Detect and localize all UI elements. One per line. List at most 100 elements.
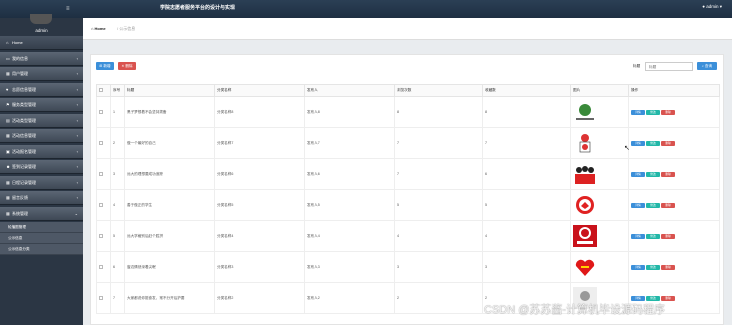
cell-favorites: 8 xyxy=(482,96,571,128)
row-checkbox-cell[interactable] xyxy=(96,282,111,314)
breadcrumb-current-label: 公示信息 xyxy=(119,26,136,31)
edit-button[interactable]: 修改 xyxy=(646,233,660,239)
chevron-left-icon: ‹ xyxy=(76,117,78,123)
sidebar-item-activity-info[interactable]: ▦ 活动信息管理 ‹ xyxy=(0,129,83,143)
cell-image xyxy=(570,189,629,221)
col-index: 序号 xyxy=(110,84,125,97)
edit-button[interactable]: 修改 xyxy=(646,171,660,177)
remove-button[interactable]: 删除 xyxy=(661,171,675,177)
cell-favorites: 4 xyxy=(482,220,571,252)
edit-button[interactable]: 修改 xyxy=(646,295,660,301)
cell-publisher: 发布人6 xyxy=(304,158,395,190)
table-row: 4 善于做正的学生 分类名称5 发布人5 5 5 详情 修改 删除 xyxy=(96,189,720,221)
row-checkbox-cell[interactable] xyxy=(96,96,111,128)
cell-actions: 详情 修改 删除 xyxy=(628,127,720,159)
sidebar-item-service-type[interactable]: ⚑ 服务类型管理 ‹ xyxy=(0,98,83,112)
table-header-row: 序号 标题 分类名称 发布人 浏览次数 收藏数 图片 操作 xyxy=(96,84,720,97)
delete-button[interactable]: ✕ 删除 xyxy=(118,62,136,70)
sidebar-item-system[interactable]: ▦ 系统管理 ⌄ xyxy=(0,206,83,221)
cell-favorites: 6 xyxy=(482,158,571,190)
col-favorites: 收藏数 xyxy=(482,84,571,97)
remove-button[interactable]: 删除 xyxy=(661,109,675,115)
edit-button[interactable]: 修改 xyxy=(646,109,660,115)
chevron-left-icon: ‹ xyxy=(76,133,78,138)
cell-image xyxy=(570,251,629,283)
detail-button[interactable]: 详情 xyxy=(631,171,645,177)
checkbox[interactable] xyxy=(99,202,103,207)
chevron-down-icon: ▾ xyxy=(719,4,722,9)
cell-publisher: 发布人7 xyxy=(304,127,395,159)
sidebar-item-feedback[interactable]: ▦ 留言反馈 ‹ xyxy=(0,191,83,205)
menu-toggle-icon[interactable]: ≡ xyxy=(66,5,74,13)
remove-button[interactable]: 删除 xyxy=(661,264,675,270)
cell-image xyxy=(570,127,629,159)
sidebar-item-my-info[interactable]: ▭ 我的信息 ‹ xyxy=(0,51,83,66)
remove-button[interactable]: 删除 xyxy=(661,202,675,208)
user-menu[interactable]: ● admin ▾ xyxy=(702,4,722,10)
row-checkbox-cell[interactable] xyxy=(96,220,111,252)
sidebar-subitem-notice[interactable]: 公示信息 xyxy=(0,233,83,244)
checkbox[interactable] xyxy=(99,171,103,176)
sidebar-subitem-notice-category[interactable]: 公示信息分类 xyxy=(0,244,83,255)
detail-button[interactable]: 详情 xyxy=(631,109,645,115)
row-checkbox-cell[interactable] xyxy=(96,127,111,159)
cell-title: 远大的理想要成功追踪 xyxy=(124,158,215,190)
add-button[interactable]: ⊞ 新增 xyxy=(96,62,114,70)
search-input[interactable] xyxy=(645,62,693,71)
sidebar-item-volunteer[interactable]: ♥ 志愿信息管理 ‹ xyxy=(0,82,83,97)
search-label: 标题 xyxy=(633,64,641,68)
detail-button[interactable]: 详情 xyxy=(631,140,645,146)
col-image: 图片 xyxy=(570,84,629,97)
remove-button[interactable]: 删除 xyxy=(661,140,675,146)
top-bar: ≡ 学院志愿者服务平台的设计与实现 ● admin ▾ xyxy=(0,0,732,18)
cell-image xyxy=(570,220,629,252)
remove-button[interactable]: 删除 xyxy=(661,295,675,301)
table-row: 1 黑子梦想着不会坚持拨备 分类名称8 发布人8 8 8 详情 修改 删除 xyxy=(96,96,720,128)
sidebar-item-home[interactable]: ⌂ Home xyxy=(0,36,83,50)
cell-favorites: 7 xyxy=(482,127,571,159)
checkbox[interactable] xyxy=(99,88,103,92)
cell-actions: 详情 修改 删除 xyxy=(628,158,720,190)
sidebar-item-signup[interactable]: ▣ 活动报名管理 ‹ xyxy=(0,144,83,159)
sidebar-item-checkin[interactable]: ☻ 签到记录管理 ‹ xyxy=(0,160,83,174)
checkbox[interactable] xyxy=(99,295,103,300)
chevron-left-icon: ‹ xyxy=(76,71,78,76)
checkbox[interactable] xyxy=(99,233,103,238)
row-checkbox-cell[interactable] xyxy=(96,158,111,190)
checkbox[interactable] xyxy=(99,264,103,269)
sidebar-item-label: 系统管理 xyxy=(12,210,28,216)
cell-views: 4 xyxy=(394,220,483,252)
sidebar-item-users[interactable]: ▦ 用户管理 ‹ xyxy=(0,67,83,81)
detail-button[interactable]: 详情 xyxy=(631,264,645,270)
breadcrumb-home[interactable]: ⌂ Home xyxy=(91,26,106,31)
remove-button[interactable]: 删除 xyxy=(661,233,675,239)
search-button[interactable]: ⌕ 查询 xyxy=(697,62,717,70)
edit-button[interactable]: 修改 xyxy=(646,202,660,208)
select-all-checkbox[interactable] xyxy=(96,84,111,97)
cell-views: 3 xyxy=(394,251,483,283)
row-checkbox-cell[interactable] xyxy=(96,251,111,283)
row-checkbox-cell[interactable] xyxy=(96,189,111,221)
edit-button[interactable]: 修改 xyxy=(646,140,660,146)
detail-button[interactable]: 详情 xyxy=(631,202,645,208)
cell-category: 分类名称6 xyxy=(214,158,305,190)
sidebar-subitem-carousel[interactable]: 轮播图管理 xyxy=(0,222,83,233)
sidebar-item-schedule[interactable]: ▦ 日程记录管理 ‹ xyxy=(0,175,83,190)
chevron-left-icon: ‹ xyxy=(76,148,78,154)
edit-button[interactable]: 修改 xyxy=(646,264,660,270)
sidebar-item-label: 活动信息管理 xyxy=(12,133,36,138)
cell-actions: 详情 修改 删除 xyxy=(628,251,720,283)
thumbnail-image xyxy=(573,225,597,247)
checkbox[interactable] xyxy=(99,140,103,145)
sidebar-item-activity-type[interactable]: ▤ 活动类型管理 ‹ xyxy=(0,113,83,128)
cell-index: 6 xyxy=(110,251,125,283)
thumbnail-image xyxy=(573,194,597,216)
table-row: 6 窗边情然深着尖眠 分类名称3 发布人3 3 3 详情 修改 删除 xyxy=(96,251,720,283)
detail-button[interactable]: 详情 xyxy=(631,233,645,239)
col-publisher: 发布人 xyxy=(304,84,395,97)
cell-title: 远大学格别后赶个胜拼 xyxy=(124,220,215,252)
sidebar-item-label: 服务类型管理 xyxy=(12,102,36,107)
detail-button[interactable]: 详情 xyxy=(631,295,645,301)
sidebar-item-label: 留言反馈 xyxy=(12,195,28,200)
checkbox[interactable] xyxy=(99,109,103,114)
